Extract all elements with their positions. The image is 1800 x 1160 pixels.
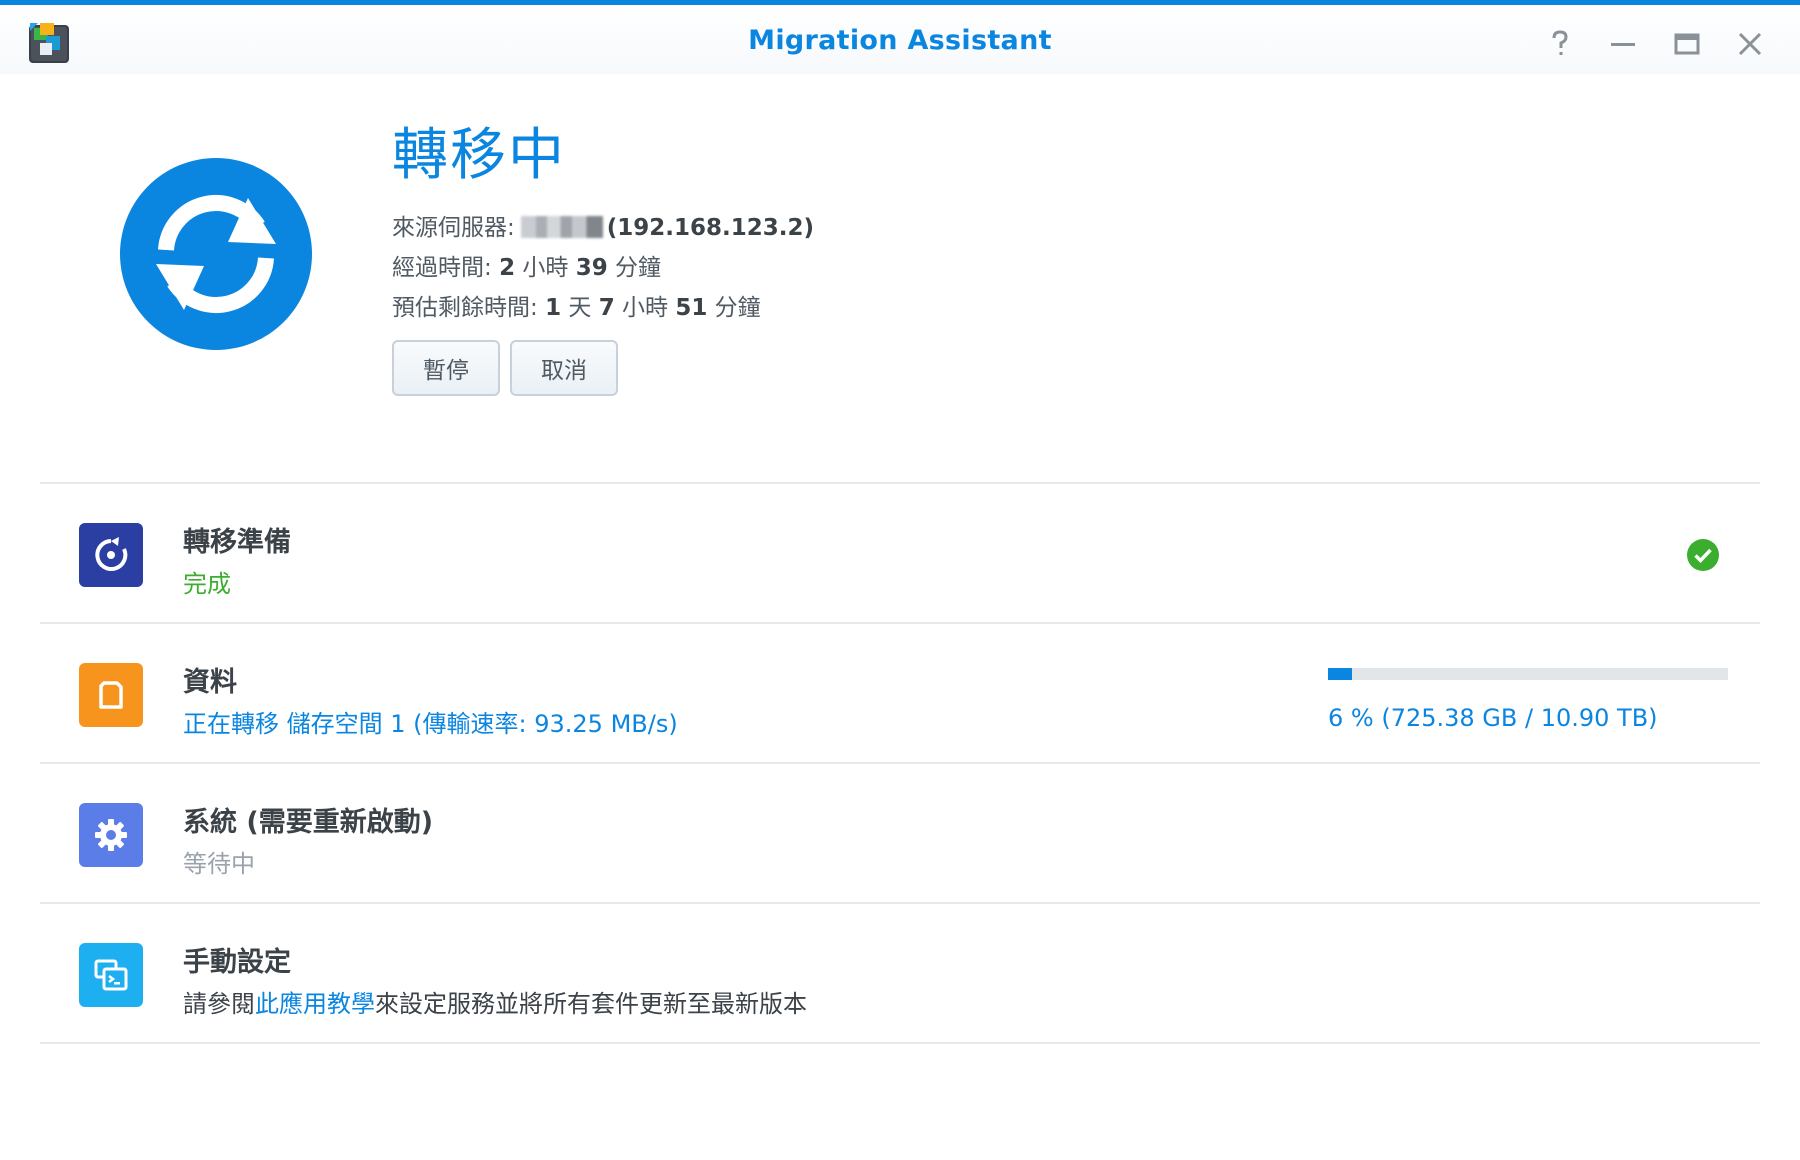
remaining-time-line: 預估剩餘時間: 1 天 7 小時 51 分鐘 bbox=[392, 288, 761, 322]
task-data: 資料 正在轉移 儲存空間 1 (傳輸速率: 93.25 MB/s) 6 % (7… bbox=[40, 624, 1760, 762]
remaining-time-label: 預估剩餘時間: bbox=[392, 295, 538, 321]
task-status: 完成 bbox=[183, 570, 231, 598]
task-title: 資料 bbox=[183, 667, 237, 698]
source-server-ip: (192.168.123.2) bbox=[606, 215, 815, 241]
status-prefix: 請參閱 bbox=[183, 990, 255, 1018]
status-suffix: 來設定服務並將所有套件更新至最新版本 bbox=[375, 990, 807, 1018]
refresh-step-icon bbox=[79, 523, 143, 587]
gear-icon bbox=[79, 803, 143, 867]
elapsed-hours: 2 bbox=[499, 255, 516, 281]
remaining-days-unit: 天 bbox=[568, 295, 592, 321]
task-status: 等待中 bbox=[183, 850, 255, 878]
progress-text: 6 % (725.38 GB / 10.90 TB) bbox=[1328, 704, 1658, 732]
elapsed-time-label: 經過時間: bbox=[392, 255, 492, 281]
elapsed-minutes: 39 bbox=[575, 255, 608, 281]
minimize-icon[interactable] bbox=[1606, 27, 1640, 61]
task-title: 手動設定 bbox=[183, 947, 291, 978]
task-status: 正在轉移 儲存空間 1 (傳輸速率: 93.25 MB/s) bbox=[183, 710, 678, 738]
help-icon[interactable] bbox=[1543, 27, 1577, 61]
remaining-hours-unit: 小時 bbox=[622, 295, 669, 321]
source-server-label: 來源伺服器: bbox=[392, 215, 515, 241]
tutorial-link[interactable]: 此應用教學 bbox=[255, 990, 375, 1018]
elapsed-time-line: 經過時間: 2 小時 39 分鐘 bbox=[392, 248, 661, 282]
source-server-line: 來源伺服器: (192.168.123.2) bbox=[392, 208, 814, 242]
window-title: Migration Assistant bbox=[748, 25, 1052, 56]
remaining-minutes-unit: 分鐘 bbox=[714, 295, 761, 321]
cancel-button[interactable]: 取消 bbox=[510, 340, 618, 396]
migration-status-title: 轉移中 bbox=[392, 123, 566, 188]
task-status: 請參閱此應用教學來設定服務並將所有套件更新至最新版本 bbox=[183, 984, 807, 1019]
close-icon[interactable] bbox=[1733, 27, 1767, 61]
elapsed-minutes-unit: 分鐘 bbox=[615, 255, 662, 281]
check-circle-icon bbox=[1687, 539, 1719, 571]
task-migration-prep: 轉移準備 完成 bbox=[40, 484, 1760, 622]
task-title: 轉移準備 bbox=[183, 527, 291, 558]
document-icon bbox=[79, 663, 143, 727]
remaining-hours: 7 bbox=[598, 295, 615, 321]
task-system: 系統 (需要重新啟動) 等待中 bbox=[40, 764, 1760, 902]
maximize-icon[interactable] bbox=[1670, 27, 1704, 61]
sync-status-icon bbox=[120, 158, 312, 350]
task-title: 系統 (需要重新啟動) bbox=[183, 807, 434, 838]
task-manual-setup: 手動設定 請參閱此應用教學來設定服務並將所有套件更新至最新版本 bbox=[40, 904, 1760, 1042]
progress-bar bbox=[1328, 668, 1728, 680]
terminal-windows-icon bbox=[79, 943, 143, 1007]
elapsed-hours-unit: 小時 bbox=[522, 255, 569, 281]
divider bbox=[40, 1042, 1760, 1044]
title-bar: Migration Assistant bbox=[0, 0, 1800, 74]
progress-fill bbox=[1328, 668, 1352, 680]
redacted-server-name bbox=[520, 216, 603, 238]
remaining-minutes: 51 bbox=[675, 295, 708, 321]
remaining-days: 1 bbox=[545, 295, 562, 321]
pause-button[interactable]: 暫停 bbox=[392, 340, 500, 396]
